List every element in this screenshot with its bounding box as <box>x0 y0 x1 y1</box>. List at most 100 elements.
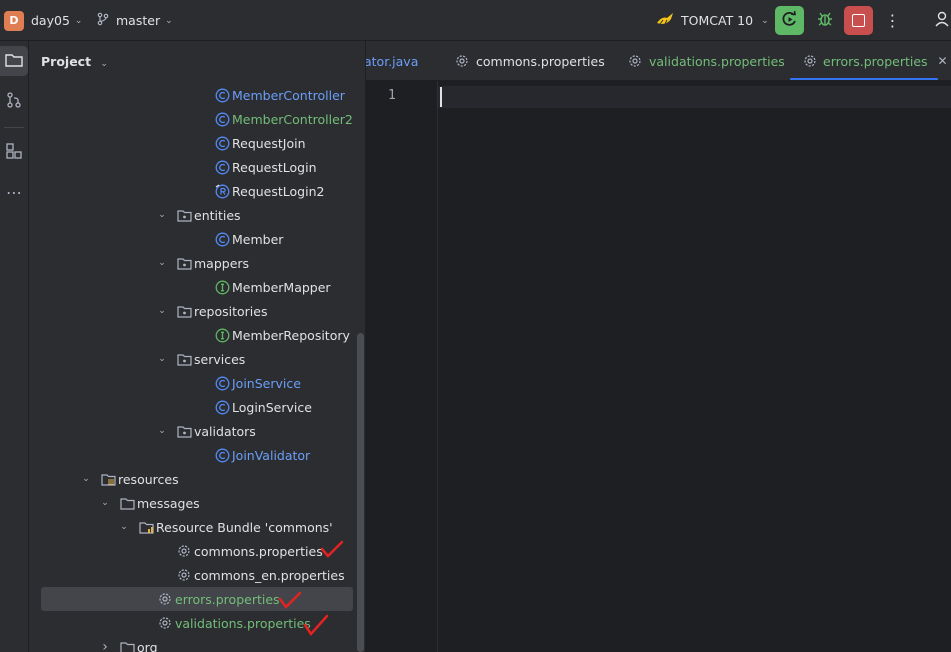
tomcat-icon <box>656 11 676 30</box>
project-name: day05 <box>31 13 70 28</box>
branch-name: master <box>116 13 161 28</box>
tree-item[interactable]: RequestLogin2 <box>214 179 324 203</box>
gear-icon <box>627 53 643 69</box>
tree-item[interactable]: validations.properties <box>157 611 311 635</box>
chevron-down-icon[interactable]: ⌄ <box>156 210 168 220</box>
run-config-name: TOMCAT 10 <box>681 13 754 28</box>
class-icon <box>214 231 230 247</box>
red-checkmark-annotation <box>278 591 302 609</box>
chevron-down-icon[interactable]: ⌄ <box>80 474 92 484</box>
tool-window-strip: ⋯ <box>0 41 29 652</box>
properties-gear-icon <box>176 543 192 559</box>
stop-button[interactable] <box>844 6 873 35</box>
tree-item[interactable]: MemberRepository <box>214 323 350 347</box>
tree-item[interactable]: commons_en.properties <box>176 563 345 587</box>
class-icon <box>214 399 230 415</box>
class-icon <box>214 159 230 175</box>
tree-item[interactable]: JoinValidator <box>214 443 310 467</box>
tree-item[interactable]: ⌄ Resource Bundle 'commons' <box>118 515 332 539</box>
chevron-down-icon[interactable]: ⌄ <box>118 522 130 532</box>
resources-folder-icon <box>100 471 116 487</box>
scrollbar[interactable] <box>357 333 364 652</box>
tree-item[interactable]: ⌄ validators <box>156 419 256 443</box>
account-button[interactable] <box>928 6 951 35</box>
tree-item[interactable]: ⌄ messages <box>99 491 200 515</box>
line-number-gutter: 1 <box>366 81 438 652</box>
tree-item[interactable]: ⌄ resources <box>80 467 178 491</box>
chevron-down-icon[interactable]: ⌄ <box>99 498 111 508</box>
properties-gear-icon <box>157 615 173 631</box>
tree-item[interactable]: RequestJoin <box>214 131 306 155</box>
properties-gear-icon <box>157 591 173 607</box>
tree-item-label: repositories <box>194 303 268 319</box>
tab-validations-properties[interactable]: validations.properties <box>627 41 785 80</box>
more-actions-button[interactable]: ⋮ <box>878 6 907 35</box>
folder-icon <box>119 495 135 511</box>
branch-selector[interactable]: master ⌄ <box>96 0 173 41</box>
tab-errors-properties[interactable]: errors.properties ✕ <box>790 41 948 80</box>
tree-item-label: RequestJoin <box>232 135 306 151</box>
properties-gear-icon <box>176 567 192 583</box>
red-checkmark-annotation <box>303 614 329 637</box>
run-configuration-selector[interactable]: TOMCAT 10 ⌄ <box>656 0 769 41</box>
tree-item[interactable]: Member <box>214 227 283 251</box>
tree-item-label: RequestLogin2 <box>232 183 325 199</box>
tree-item[interactable]: errors.properties <box>41 587 353 611</box>
tree-item[interactable]: JoinService <box>214 371 301 395</box>
tree-item[interactable]: ⌄ repositories <box>156 299 268 323</box>
tab-commons-properties[interactable]: commons.properties <box>454 41 605 80</box>
chevron-down-icon[interactable]: ⌄ <box>156 306 168 316</box>
tree-item[interactable]: MemberMapper <box>214 275 331 299</box>
bug-icon <box>816 10 834 31</box>
tree-item-label: entities <box>194 207 241 223</box>
package-icon <box>176 351 192 367</box>
red-checkmark-annotation <box>320 540 344 558</box>
tree-item[interactable]: ⌄ entities <box>156 203 241 227</box>
tree-item[interactable]: ⌄ services <box>156 347 245 371</box>
chevron-down-icon[interactable]: ⌄ <box>156 354 168 364</box>
project-selector[interactable]: D day05 ⌄ <box>4 0 82 41</box>
chevron-down-icon: ⌄ <box>761 15 769 26</box>
tree-item[interactable]: › org <box>99 635 158 652</box>
tree-item[interactable]: commons.properties <box>176 539 323 563</box>
chevron-right-icon[interactable]: › <box>99 639 111 652</box>
tab-validator-java[interactable]: ator.java <box>366 41 418 80</box>
chevron-down-icon: ⌄ <box>165 15 173 26</box>
resource-bundle-icon <box>138 519 154 535</box>
chevron-down-icon[interactable]: ⌄ <box>156 258 168 268</box>
tree-item[interactable]: MemberController2 <box>214 107 353 131</box>
tree-item-label: messages <box>137 495 200 511</box>
debug-button[interactable] <box>810 6 839 35</box>
structure-tool-button[interactable] <box>0 137 28 167</box>
project-tool-button[interactable] <box>0 46 28 76</box>
commit-tool-button[interactable] <box>0 86 28 116</box>
chevron-down-icon[interactable]: ⌄ <box>156 426 168 436</box>
code-editor[interactable] <box>438 81 951 652</box>
tree-item-label: mappers <box>194 255 250 271</box>
tree-item[interactable]: LoginService <box>214 395 312 419</box>
tree-item[interactable]: ⌄ mappers <box>156 251 249 275</box>
panel-title[interactable]: Project ⌄ <box>41 54 108 69</box>
more-tools-button[interactable]: ⋯ <box>0 177 28 207</box>
title-bar: D day05 ⌄ master ⌄ TOMCAT 10 ⌄ ⋮ <box>0 0 951 41</box>
class-icon <box>214 87 230 103</box>
tree-item[interactable]: MemberController <box>214 83 345 107</box>
class-icon <box>214 111 230 127</box>
tree-item[interactable]: RequestLogin <box>214 155 317 179</box>
stop-icon <box>852 14 865 27</box>
gear-icon <box>803 53 817 69</box>
tree-item-label: MemberController <box>232 87 345 103</box>
rerun-button[interactable] <box>775 6 804 35</box>
close-icon[interactable]: ✕ <box>938 54 948 68</box>
tree-item-label: JoinValidator <box>232 447 311 463</box>
package-icon <box>176 255 192 271</box>
git-branch-icon <box>96 12 110 29</box>
tree-item-label: org <box>137 639 158 652</box>
folder-icon <box>119 639 135 652</box>
interface-icon <box>214 327 230 343</box>
rerun-icon <box>781 10 799 31</box>
tree-item-label: errors.properties <box>175 591 280 607</box>
tree-item-label: commons_en.properties <box>194 567 345 583</box>
divider <box>4 127 24 128</box>
panel-title-label: Project <box>41 54 92 69</box>
